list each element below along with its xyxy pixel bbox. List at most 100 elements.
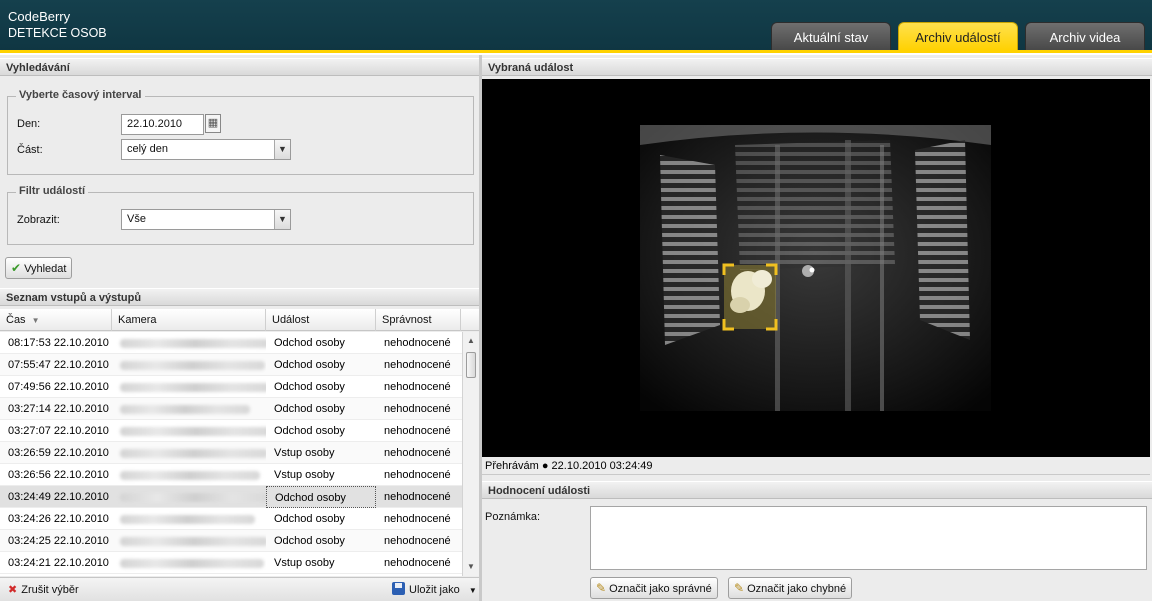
table-row[interactable]: 07:55:47 22.10.2010 Odchod osoby nehodnoce… [0, 354, 462, 376]
show-label: Zobrazit: [17, 214, 60, 226]
chevron-down-icon[interactable]: ▼ [274, 210, 290, 229]
table-row[interactable]: 03:26:59 22.10.2010 Vstup osoby nehodnocen… [0, 442, 462, 464]
table-row[interactable]: 07:49:56 22.10.2010 Odchod osoby nehodnoce… [0, 376, 462, 398]
event-panel-title: Vybraná událost [482, 58, 1152, 76]
tab-aktualni-stav[interactable]: Aktuální stav [771, 22, 891, 51]
redacted-camera-name [120, 360, 265, 370]
cell-event: Vstup osoby [274, 447, 335, 459]
cell-event: Odchod osoby [274, 359, 345, 371]
part-label: Část: [17, 144, 43, 156]
floppy-disk-icon [392, 582, 405, 595]
redacted-camera-name [120, 404, 250, 414]
scroll-down-icon[interactable]: ▼ [463, 560, 479, 574]
cell-status: nehodnocené [384, 337, 451, 349]
sort-desc-icon: ▼ [31, 316, 40, 325]
cell-status: nehodnocené [384, 535, 451, 547]
table-row[interactable]: 03:27:14 22.10.2010 Odchod osoby nehodnoce… [0, 398, 462, 420]
check-icon: ✔ [11, 261, 22, 275]
list-panel-title: Seznam vstupů a výstupů [0, 288, 479, 306]
cell-status: nehodnocené [384, 425, 451, 437]
cell-time: 08:17:53 22.10.2010 [8, 337, 109, 349]
redacted-camera-name [120, 470, 260, 480]
rating-panel-title: Hodnocení události [482, 481, 1152, 499]
search-panel-title: Vyhledávání [0, 58, 479, 76]
cell-event: Odchod osoby [266, 486, 376, 508]
cell-event: Odchod osoby [274, 381, 345, 393]
tab-archiv-videa[interactable]: Archiv videa [1025, 22, 1145, 51]
column-header-cas[interactable]: Čas ▼ [0, 309, 112, 331]
cell-status: nehodnocené [384, 403, 451, 415]
cell-status: nehodnocené [384, 513, 451, 525]
column-header-cas-label: Čas [6, 314, 26, 326]
edit-note-icon: ✎ [596, 581, 607, 595]
part-select-value: celý den [127, 143, 168, 155]
cell-event: Odchod osoby [274, 535, 345, 547]
clear-selection-button[interactable]: ✖ Zrušit výběr [8, 578, 79, 601]
search-button[interactable]: ✔ Vyhledat [5, 257, 73, 279]
calendar-icon[interactable]: ▦ [205, 114, 221, 133]
cell-time: 03:27:07 22.10.2010 [8, 425, 109, 437]
interval-fieldset: Vyberte časový interval Den: 22.10.2010 … [7, 89, 474, 175]
scroll-up-icon[interactable]: ▲ [463, 334, 479, 348]
cell-camera [112, 398, 266, 420]
cell-time: 07:49:56 22.10.2010 [8, 381, 109, 393]
table-row[interactable]: 03:26:56 22.10.2010 Vstup osoby nehodnocen… [0, 464, 462, 486]
cell-status: nehodnocené [384, 557, 451, 569]
scroll-thumb[interactable] [466, 352, 476, 378]
cell-event: Odchod osoby [274, 337, 345, 349]
save-as-label: Uložit jako [409, 584, 460, 596]
brand-name: CodeBerry [8, 9, 71, 24]
mark-wrong-button[interactable]: ✎ Označit jako chybné [728, 577, 853, 599]
filter-fieldset: Filtr událostí Zobrazit: Vše ▼ [7, 185, 474, 245]
table-row[interactable]: 03:24:21 22.10.2010 Vstup osoby nehodnocen… [0, 552, 462, 574]
redacted-camera-name [120, 536, 266, 546]
mark-correct-button[interactable]: ✎ Označit jako správné [590, 577, 718, 599]
cell-camera [112, 464, 266, 486]
day-label: Den: [17, 118, 41, 130]
cell-camera [112, 530, 266, 552]
redacted-camera-name [120, 492, 266, 502]
tab-archiv-udalosti[interactable]: Archiv událostí [898, 22, 1018, 51]
table-row[interactable]: 03:24:49 22.10.2010 Odchod osoby nehodnoce… [0, 486, 462, 508]
column-header-kamera[interactable]: Kamera [112, 309, 266, 331]
cell-camera [112, 420, 266, 442]
column-header-udalost[interactable]: Událost [266, 309, 376, 331]
cell-status: nehodnocené [384, 469, 451, 481]
cell-camera [112, 508, 266, 530]
cell-status: nehodnocené [384, 359, 451, 371]
cell-event: Odchod osoby [274, 403, 345, 415]
cell-time: 03:27:14 22.10.2010 [8, 403, 109, 415]
brand-subtitle: DETEKCE OSOB [8, 26, 107, 40]
show-select-value: Vše [127, 213, 146, 225]
part-select[interactable]: celý den ▼ [121, 139, 291, 160]
mark-correct-label: Označit jako správné [609, 583, 712, 595]
cell-camera [112, 332, 266, 354]
list-footer: ✖ Zrušit výběr Uložit jako ▼ [0, 577, 479, 601]
redacted-camera-name [120, 448, 266, 458]
cell-time: 07:55:47 22.10.2010 [8, 359, 109, 371]
table-row[interactable]: 03:24:26 22.10.2010 Odchod osoby nehodnoce… [0, 508, 462, 530]
show-select[interactable]: Vše ▼ [121, 209, 291, 230]
cell-status: nehodnocené [384, 381, 451, 393]
table-row[interactable]: 03:24:25 22.10.2010 Odchod osoby nehodnoce… [0, 530, 462, 552]
table-row[interactable]: 08:17:53 22.10.2010 Odchod osoby nehodnoce… [0, 332, 462, 354]
search-button-label: Vyhledat [24, 263, 67, 275]
cell-time: 03:26:56 22.10.2010 [8, 469, 109, 481]
note-textarea[interactable] [590, 506, 1147, 570]
cell-camera [112, 442, 266, 464]
cell-status: nehodnocené [384, 491, 451, 503]
table-row[interactable]: 03:27:07 22.10.2010 Odchod osoby nehodnoce… [0, 420, 462, 442]
cell-camera [112, 552, 266, 574]
video-player[interactable] [482, 79, 1150, 457]
grid-header: Čas ▼ Kamera Událost Správnost [0, 309, 479, 331]
note-label: Poznámka: [485, 511, 541, 523]
cell-camera [112, 376, 266, 398]
camera-frame [640, 125, 991, 411]
day-input[interactable]: 22.10.2010 [121, 114, 204, 135]
column-header-spravnost[interactable]: Správnost [376, 309, 461, 331]
list-scrollbar[interactable]: ▲ ▼ [462, 332, 479, 576]
cell-time: 03:26:59 22.10.2010 [8, 447, 109, 459]
redacted-camera-name [120, 382, 266, 392]
save-as-button[interactable]: Uložit jako ▼ [392, 578, 477, 601]
chevron-down-icon[interactable]: ▼ [274, 140, 290, 159]
